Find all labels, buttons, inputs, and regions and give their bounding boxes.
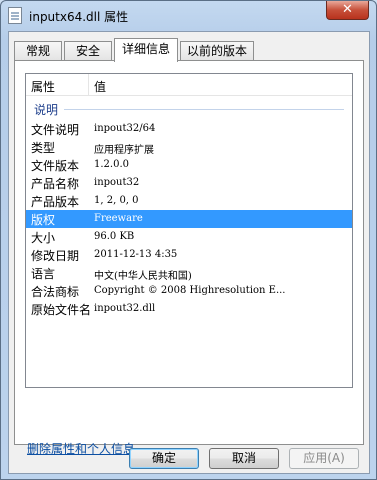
property-value: inpout32/64 (94, 123, 156, 134)
list-item[interactable]: 文件版本 1.2.0.0 (26, 156, 352, 174)
property-key: 类型 (31, 141, 56, 155)
property-value: Freeware (94, 213, 143, 224)
details-panel: 属性 值 说明 文件说明 inpout32/64 类型 应用程序扩展 文件版本 … (14, 60, 364, 456)
cancel-button[interactable]: 取消 (209, 448, 279, 469)
property-key: 文件版本 (31, 159, 80, 173)
property-key: 修改日期 (31, 249, 80, 263)
property-key: 产品版本 (31, 195, 80, 209)
tab-general[interactable]: 常规 (14, 41, 62, 61)
list-item[interactable]: 产品版本 1, 2, 0, 0 (26, 192, 352, 210)
list-header: 属性 值 (26, 74, 352, 96)
property-value: 1.2.0.0 (94, 159, 129, 170)
properties-window: inputx64.dll 属性 ✕ 常规 安全 详细信息 以前的版本 属性 值 … (0, 0, 377, 480)
property-value: 应用程序扩展 (94, 145, 154, 156)
property-value: 中文(中华人民共和国) (94, 271, 192, 282)
property-value: inpout32 (94, 177, 140, 188)
close-icon: ✕ (342, 2, 353, 17)
close-button[interactable]: ✕ (326, 1, 369, 20)
property-key: 大小 (31, 231, 56, 245)
list-item[interactable]: 大小 96.0 KB (26, 228, 352, 246)
window-title: inputx64.dll 属性 (29, 10, 129, 24)
property-key: 文件说明 (31, 123, 80, 137)
property-key: 版权 (31, 213, 56, 227)
property-value: Copyright © 2008 Highresolution E... (94, 285, 286, 296)
tab-previous-versions[interactable]: 以前的版本 (180, 41, 254, 61)
group-description: 说明 (34, 100, 344, 117)
property-key: 原始文件名 (31, 303, 92, 317)
tab-details[interactable]: 详细信息 (114, 38, 178, 62)
column-header-value[interactable]: 值 (94, 78, 106, 95)
property-value: inpout32.dll (94, 303, 156, 314)
group-label: 说明 (34, 103, 59, 117)
property-value: 96.0 KB (94, 231, 135, 242)
details-list[interactable]: 属性 值 说明 文件说明 inpout32/64 类型 应用程序扩展 文件版本 … (25, 73, 353, 388)
property-key: 合法商标 (31, 285, 80, 299)
column-header-property[interactable]: 属性 (31, 78, 55, 95)
list-item[interactable]: 原始文件名 inpout32.dll (26, 300, 352, 318)
property-value: 2011-12-13 4:35 (94, 249, 178, 260)
column-separator[interactable] (88, 74, 89, 96)
property-value: 1, 2, 0, 0 (94, 195, 139, 206)
property-key: 产品名称 (31, 177, 80, 191)
title-bar[interactable]: inputx64.dll 属性 ✕ (1, 1, 376, 31)
list-item[interactable]: 语言 中文(中华人民共和国) (26, 264, 352, 282)
remove-properties-link[interactable]: 删除属性和个人信息 (27, 440, 135, 457)
file-icon (8, 7, 22, 24)
list-item[interactable]: 产品名称 inpout32 (26, 174, 352, 192)
tab-security[interactable]: 安全 (64, 41, 112, 61)
list-item[interactable]: 类型 应用程序扩展 (26, 138, 352, 156)
list-item[interactable]: 修改日期 2011-12-13 4:35 (26, 246, 352, 264)
apply-button[interactable]: 应用(A) (289, 448, 359, 469)
dialog-body: 常规 安全 详细信息 以前的版本 属性 值 说明 文件说明 inpout32/6… (8, 31, 370, 474)
list-item[interactable]: 合法商标 Copyright © 2008 Highresolution E..… (26, 282, 352, 300)
list-item[interactable]: 文件说明 inpout32/64 (26, 120, 352, 138)
list-item-selected[interactable]: 版权 Freeware (26, 210, 352, 228)
property-key: 语言 (31, 267, 56, 281)
group-divider (64, 109, 344, 110)
ok-button[interactable]: 确定 (129, 448, 199, 469)
